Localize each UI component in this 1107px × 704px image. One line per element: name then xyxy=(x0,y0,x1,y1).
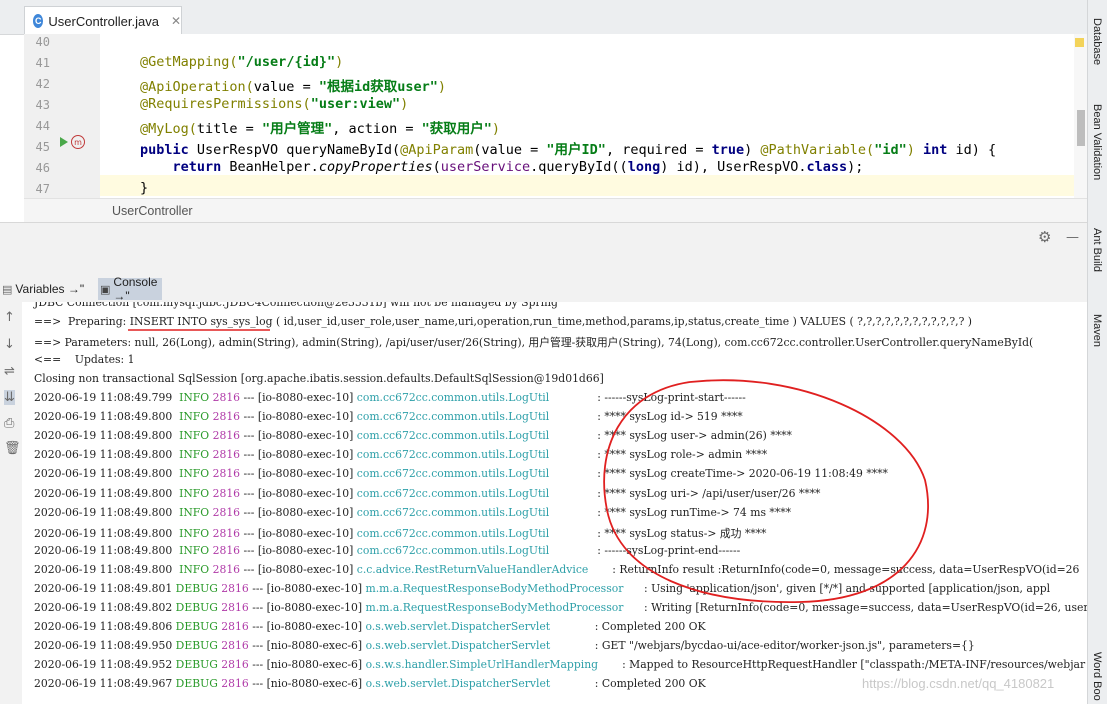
watermark: https://blog.csdn.net/qq_4180821 xyxy=(862,676,1055,691)
annotation-overlay xyxy=(128,329,929,603)
tool-maven[interactable]: Maven xyxy=(1091,314,1103,347)
tool-word-book[interactable]: Word Boo xyxy=(1091,652,1103,701)
right-tool-strip: Database Bean Validation Ant Build Maven… xyxy=(1087,0,1107,704)
tool-database[interactable]: Database xyxy=(1091,18,1103,65)
tool-ant-build[interactable]: Ant Build xyxy=(1091,228,1103,272)
syslog-circle-annotation xyxy=(603,379,929,603)
tool-bean-validation[interactable]: Bean Validation xyxy=(1091,104,1103,180)
